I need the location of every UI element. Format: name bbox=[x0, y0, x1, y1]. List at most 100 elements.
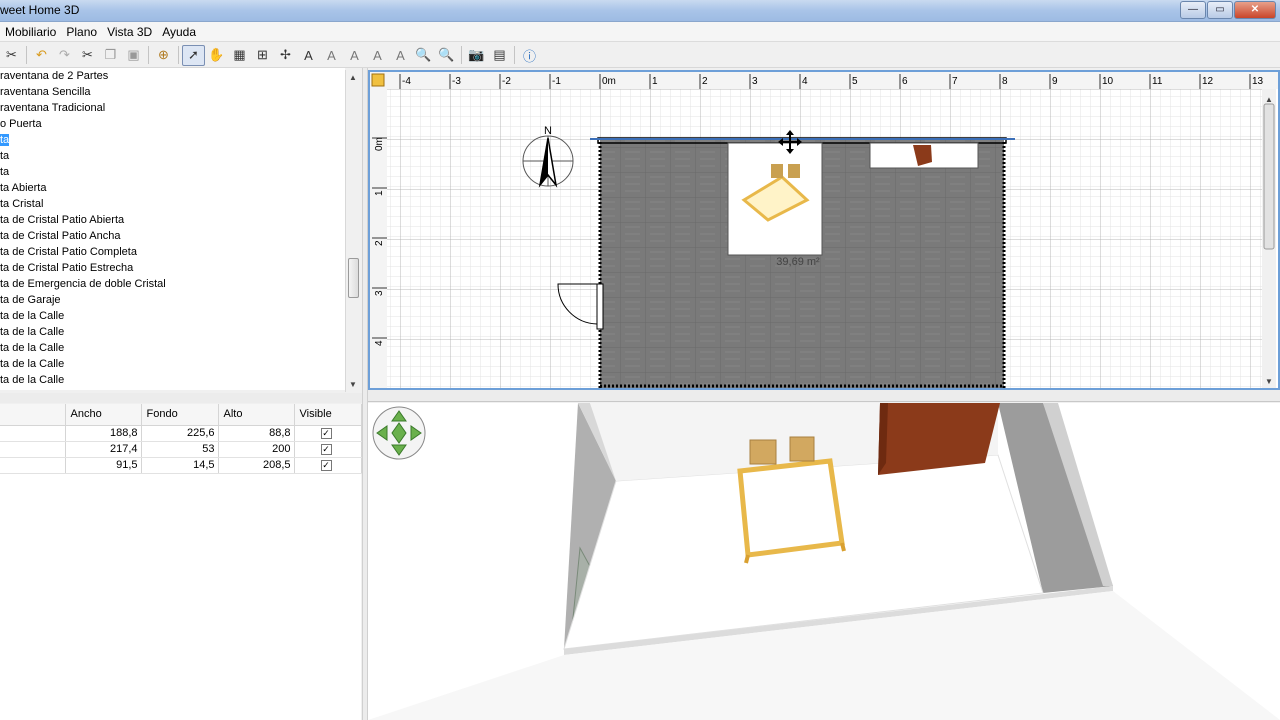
catalog-item-label: ta de Cristal Patio Estrecha bbox=[0, 262, 134, 274]
catalog-item[interactable]: ta Cristal bbox=[0, 196, 345, 212]
scroll-up-arrow[interactable]: ▲ bbox=[346, 70, 360, 85]
wardrobe-furniture[interactable] bbox=[869, 142, 979, 169]
catalog-item-label: raventana de 2 Partes bbox=[0, 70, 109, 82]
ruler-x-label: -1 bbox=[552, 76, 561, 87]
menu-plano[interactable]: Plano bbox=[61, 25, 102, 39]
create-photo-icon[interactable]: 📷 bbox=[465, 45, 488, 66]
catalog-item[interactable]: ta de Garaje bbox=[0, 292, 345, 308]
ruler-x-label: 6 bbox=[902, 76, 908, 87]
compass-label: N bbox=[544, 125, 552, 137]
undo-icon[interactable]: ↶ bbox=[30, 45, 53, 66]
plan-scroll-up-icon[interactable]: ▲ bbox=[1265, 95, 1273, 104]
table-row[interactable]: 91,5 14,5 208,5 ✓ bbox=[0, 457, 362, 474]
catalog-item[interactable]: ta de la Calle bbox=[0, 324, 345, 340]
furniture-catalog: raventana de 2 Partes raventana Sencilla r… bbox=[0, 68, 345, 390]
3d-view[interactable] bbox=[368, 403, 1280, 720]
catalog-item[interactable]: raventana Tradicional bbox=[0, 100, 345, 116]
catalog-item[interactable]: ta Abierta bbox=[0, 180, 345, 196]
redo-icon[interactable]: ↷ bbox=[53, 45, 76, 66]
help-icon[interactable]: ⓘ bbox=[518, 45, 541, 66]
catalog-item-label: ta de la Calle bbox=[0, 310, 65, 322]
visible-checkbox[interactable]: ✓ bbox=[320, 428, 332, 439]
paste-icon[interactable]: ▣ bbox=[122, 45, 145, 66]
plan-canvas[interactable]: -4 -3 -2 -1 0m 1 2 3 4 5 6 7 8 9 10 11 12 13 0m1234 N bbox=[370, 72, 1278, 388]
table-row[interactable]: 188,8 225,6 88,8 ✓ bbox=[0, 425, 362, 442]
toolbar-separator bbox=[178, 46, 179, 64]
ruler-y-label: 4 bbox=[374, 340, 385, 346]
menu-mobiliario[interactable]: Mobiliario bbox=[0, 25, 61, 39]
create-dimensions-icon[interactable]: ✢ bbox=[274, 45, 297, 66]
minimize-button[interactable]: — bbox=[1180, 1, 1206, 19]
scroll-thumb[interactable] bbox=[348, 258, 359, 298]
pan-mode-icon[interactable]: ✋ bbox=[205, 45, 228, 66]
catalog-item[interactable]: ta bbox=[0, 132, 345, 148]
catalog-item-label: ta de Cristal Patio Ancha bbox=[0, 230, 121, 242]
plan-view[interactable]: -4 -3 -2 -1 0m 1 2 3 4 5 6 7 8 9 10 11 12 13 0m 1 2 3 4 N bbox=[368, 70, 1280, 390]
ruler-x-label: -2 bbox=[502, 76, 511, 87]
table-furniture[interactable] bbox=[727, 142, 823, 256]
catalog-item[interactable]: o Puerta bbox=[0, 116, 345, 132]
cell-fondo: 14,5 bbox=[141, 457, 219, 474]
maximize-button[interactable]: ▭ bbox=[1207, 1, 1233, 19]
window-controls: — ▭ ✕ bbox=[1180, 1, 1276, 19]
table-row[interactable]: 217,4 53 200 ✓ bbox=[0, 441, 362, 458]
add-furniture-icon[interactable]: ⊕ bbox=[152, 45, 175, 66]
catalog-item[interactable]: ta de Emergencia de doble Cristal bbox=[0, 276, 345, 292]
3d-canvas[interactable] bbox=[368, 403, 1280, 720]
header-visible[interactable]: Visible bbox=[294, 404, 362, 426]
create-walls-icon[interactable]: ▦ bbox=[228, 45, 251, 66]
ruler-x-label: 5 bbox=[852, 76, 858, 87]
italic-icon[interactable]: A bbox=[389, 45, 412, 66]
increase-text-icon[interactable]: A bbox=[366, 45, 389, 66]
ruler-x-label: 7 bbox=[952, 76, 958, 87]
zoom-in-icon[interactable]: 🔍 bbox=[412, 45, 435, 66]
visible-checkbox[interactable]: ✓ bbox=[320, 444, 332, 455]
catalog-item-label: ta Abierta bbox=[0, 182, 47, 194]
catalog-item[interactable]: raventana Sencilla bbox=[0, 84, 345, 100]
menu-ayuda[interactable]: Ayuda bbox=[157, 25, 201, 39]
ruler-x-label: 11 bbox=[1152, 76, 1163, 87]
header-ancho[interactable]: Ancho bbox=[65, 404, 142, 426]
zoom-out-icon[interactable]: 🔍 bbox=[435, 45, 458, 66]
catalog-item[interactable]: raventana de 2 Partes bbox=[0, 68, 345, 84]
menu-vista-3d[interactable]: Vista 3D bbox=[102, 25, 157, 39]
header-fondo[interactable]: Fondo bbox=[141, 404, 219, 426]
visible-checkbox[interactable]: ✓ bbox=[320, 460, 332, 471]
catalog-item[interactable]: ta bbox=[0, 164, 345, 180]
cell-alto: 88,8 bbox=[218, 425, 295, 442]
cut-icon[interactable]: ✂ bbox=[76, 45, 99, 66]
plan-scroll-down-icon[interactable]: ▼ bbox=[1265, 377, 1273, 386]
text-style-icon[interactable]: A bbox=[320, 45, 343, 66]
left-horizontal-splitter[interactable] bbox=[0, 393, 362, 403]
scroll-down-arrow[interactable]: ▼ bbox=[346, 377, 360, 392]
preferences-icon[interactable]: ✂ bbox=[0, 45, 23, 66]
catalog-item[interactable]: ta bbox=[0, 148, 345, 164]
header-name[interactable] bbox=[0, 404, 66, 426]
select-mode-icon[interactable]: ➚ bbox=[182, 44, 205, 66]
copy-icon[interactable]: ❐ bbox=[99, 45, 122, 66]
catalog-item[interactable]: ta Doble de Cristal Abierta bbox=[0, 388, 345, 390]
catalog-item[interactable]: ta de Cristal Patio Ancha bbox=[0, 228, 345, 244]
catalog-item-label: ta bbox=[0, 166, 10, 178]
catalog-item-label: ta de la Calle bbox=[0, 342, 65, 354]
catalog-item[interactable]: ta de Cristal Patio Completa bbox=[0, 244, 345, 260]
create-rooms-icon[interactable]: ⊞ bbox=[251, 45, 274, 66]
add-text-icon[interactable]: A bbox=[297, 45, 320, 66]
bold-icon[interactable]: A bbox=[343, 45, 366, 66]
ruler-x-label: -3 bbox=[452, 76, 461, 87]
plan-3d-splitter[interactable] bbox=[368, 390, 1280, 402]
catalog-item[interactable]: ta de Cristal Patio Estrecha bbox=[0, 260, 345, 276]
cell-alto: 208,5 bbox=[218, 457, 295, 474]
header-alto[interactable]: Alto bbox=[218, 404, 295, 426]
plan-scroll-thumb[interactable] bbox=[1263, 103, 1275, 250]
catalog-item[interactable]: ta de la Calle bbox=[0, 356, 345, 372]
catalog-item[interactable]: ta de la Calle bbox=[0, 340, 345, 356]
catalog-scrollbar[interactable]: ▲ ▼ bbox=[345, 70, 360, 392]
create-video-icon[interactable]: ▤ bbox=[488, 45, 511, 66]
close-button[interactable]: ✕ bbox=[1234, 1, 1276, 19]
navigation-arrows-icon[interactable] bbox=[372, 406, 426, 460]
catalog-item[interactable]: ta de la Calle bbox=[0, 308, 345, 324]
toolbar: ✂ ↶ ↷ ✂ ❐ ▣ ⊕ ➚ ✋ ▦ ⊞ ✢ A A A A A 🔍 🔍 📷 … bbox=[0, 43, 1280, 68]
catalog-item[interactable]: ta de la Calle bbox=[0, 372, 345, 388]
catalog-item[interactable]: ta de Cristal Patio Abierta bbox=[0, 212, 345, 228]
